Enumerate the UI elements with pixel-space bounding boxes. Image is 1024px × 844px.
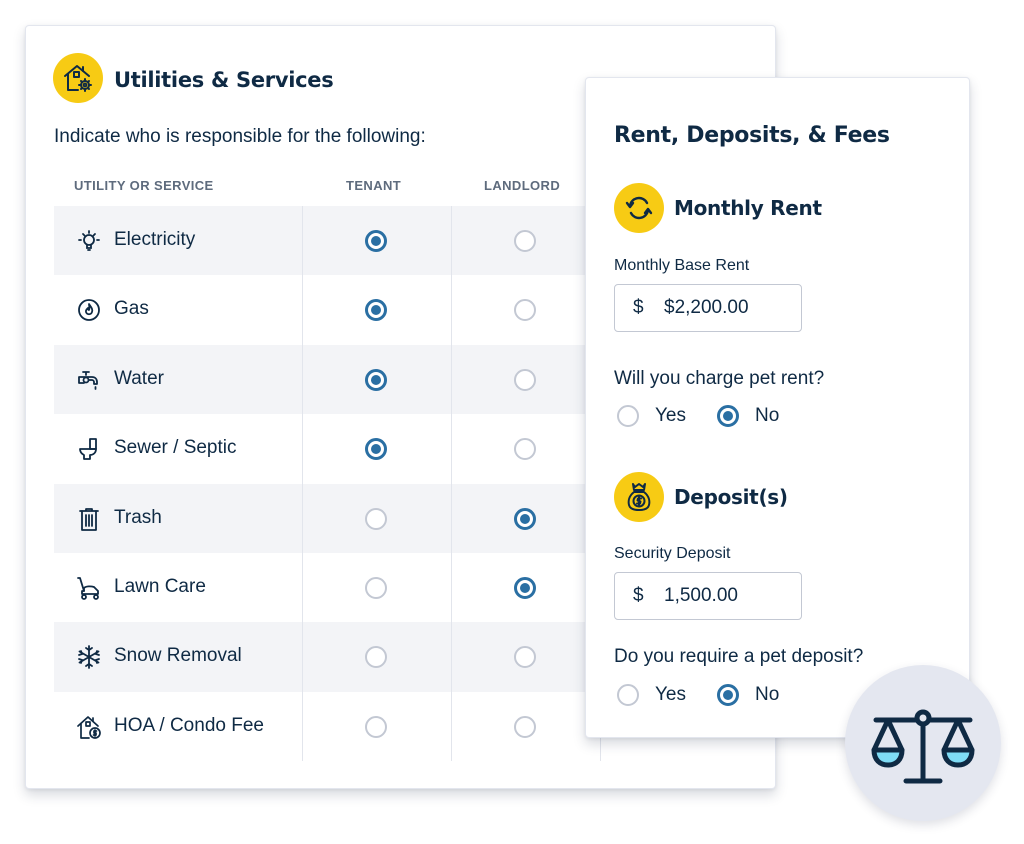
landlord-radio[interactable] bbox=[514, 715, 536, 738]
lawn-mower-icon bbox=[76, 575, 102, 601]
tenant-radio[interactable] bbox=[365, 230, 387, 252]
tenant-radio[interactable] bbox=[365, 299, 387, 322]
pet-deposit-question: Do you require a pet deposit? bbox=[614, 646, 864, 667]
landlord-radio[interactable] bbox=[514, 368, 536, 391]
flame-icon bbox=[76, 297, 102, 323]
pet-rent-no-option[interactable]: No bbox=[717, 405, 779, 427]
currency-symbol: $ bbox=[633, 297, 644, 318]
row-label: Lawn Care bbox=[114, 576, 206, 597]
security-deposit-label: Security Deposit bbox=[614, 545, 731, 562]
column-divider bbox=[302, 206, 303, 761]
pet-deposit-no-option[interactable]: No bbox=[717, 684, 779, 706]
landlord-radio[interactable] bbox=[514, 507, 536, 530]
scales-of-justice-icon bbox=[871, 709, 975, 784]
tenant-radio[interactable] bbox=[365, 507, 387, 530]
pet-deposit-yes-option[interactable]: Yes bbox=[617, 684, 686, 706]
monthly-rent-heading: Monthly Rent bbox=[674, 196, 822, 220]
pet-rent-question: Will you charge pet rent? bbox=[614, 368, 825, 389]
toilet-icon bbox=[76, 436, 102, 462]
rent-title: Rent, Deposits, & Fees bbox=[614, 123, 890, 148]
house-gear-icon bbox=[53, 53, 103, 103]
trash-can-icon bbox=[76, 506, 102, 532]
lightbulb-icon bbox=[76, 228, 102, 254]
base-rent-label: Monthly Base Rent bbox=[614, 257, 750, 274]
row-label: Water bbox=[114, 367, 164, 389]
currency-symbol: $ bbox=[633, 585, 644, 606]
row-label: Electricity bbox=[114, 229, 196, 250]
landlord-radio[interactable] bbox=[514, 646, 536, 669]
rent-deposits-fees-card: Rent, Deposits, & Fees Monthly Rent Mont… bbox=[585, 77, 970, 738]
money-bag-icon bbox=[614, 472, 664, 522]
pet-rent-yes-radio[interactable] bbox=[617, 405, 639, 427]
security-deposit-input[interactable]: $ bbox=[614, 572, 802, 620]
no-label: No bbox=[755, 405, 780, 426]
scales-badge bbox=[845, 665, 1001, 821]
col-header-tenant: TENANT bbox=[346, 178, 402, 193]
pet-deposit-yes-radio[interactable] bbox=[617, 684, 639, 706]
recurring-arrows-icon bbox=[614, 183, 664, 233]
row-label: Gas bbox=[114, 298, 149, 320]
landlord-radio[interactable] bbox=[514, 577, 536, 599]
landlord-radio[interactable] bbox=[514, 299, 536, 322]
col-header-utility: UTILITY OR SERVICE bbox=[74, 178, 214, 193]
security-deposit-value[interactable] bbox=[664, 585, 784, 607]
row-label: Sewer / Septic bbox=[114, 437, 237, 459]
pet-rent-yes-option[interactable]: Yes bbox=[617, 405, 686, 427]
utilities-title: Utilities & Services bbox=[114, 68, 334, 92]
instruction-text: Indicate who is responsible for the foll… bbox=[54, 126, 426, 147]
tenant-radio[interactable] bbox=[365, 438, 387, 461]
base-rent-input[interactable]: $ bbox=[614, 284, 802, 332]
tenant-radio[interactable] bbox=[365, 577, 387, 599]
pet-rent-no-radio[interactable] bbox=[717, 405, 739, 427]
col-header-landlord: LANDLORD bbox=[484, 178, 561, 193]
snowflake-icon bbox=[76, 644, 102, 670]
landlord-radio[interactable] bbox=[514, 438, 536, 461]
deposits-heading: Deposit(s) bbox=[674, 485, 788, 509]
tenant-radio[interactable] bbox=[365, 646, 387, 669]
column-divider bbox=[451, 206, 452, 761]
no-label: No bbox=[755, 684, 780, 705]
yes-label: Yes bbox=[655, 684, 686, 705]
row-label: Trash bbox=[114, 506, 162, 528]
yes-label: Yes bbox=[655, 405, 686, 426]
row-label: HOA / Condo Fee bbox=[114, 714, 264, 736]
row-label: Snow Removal bbox=[114, 645, 242, 667]
tenant-radio[interactable] bbox=[365, 715, 387, 738]
base-rent-value[interactable] bbox=[664, 297, 784, 319]
landlord-radio[interactable] bbox=[514, 230, 536, 252]
pet-deposit-no-radio[interactable] bbox=[717, 684, 739, 706]
tenant-radio[interactable] bbox=[365, 368, 387, 391]
house-dollar-icon bbox=[76, 714, 102, 740]
faucet-icon bbox=[76, 367, 102, 393]
